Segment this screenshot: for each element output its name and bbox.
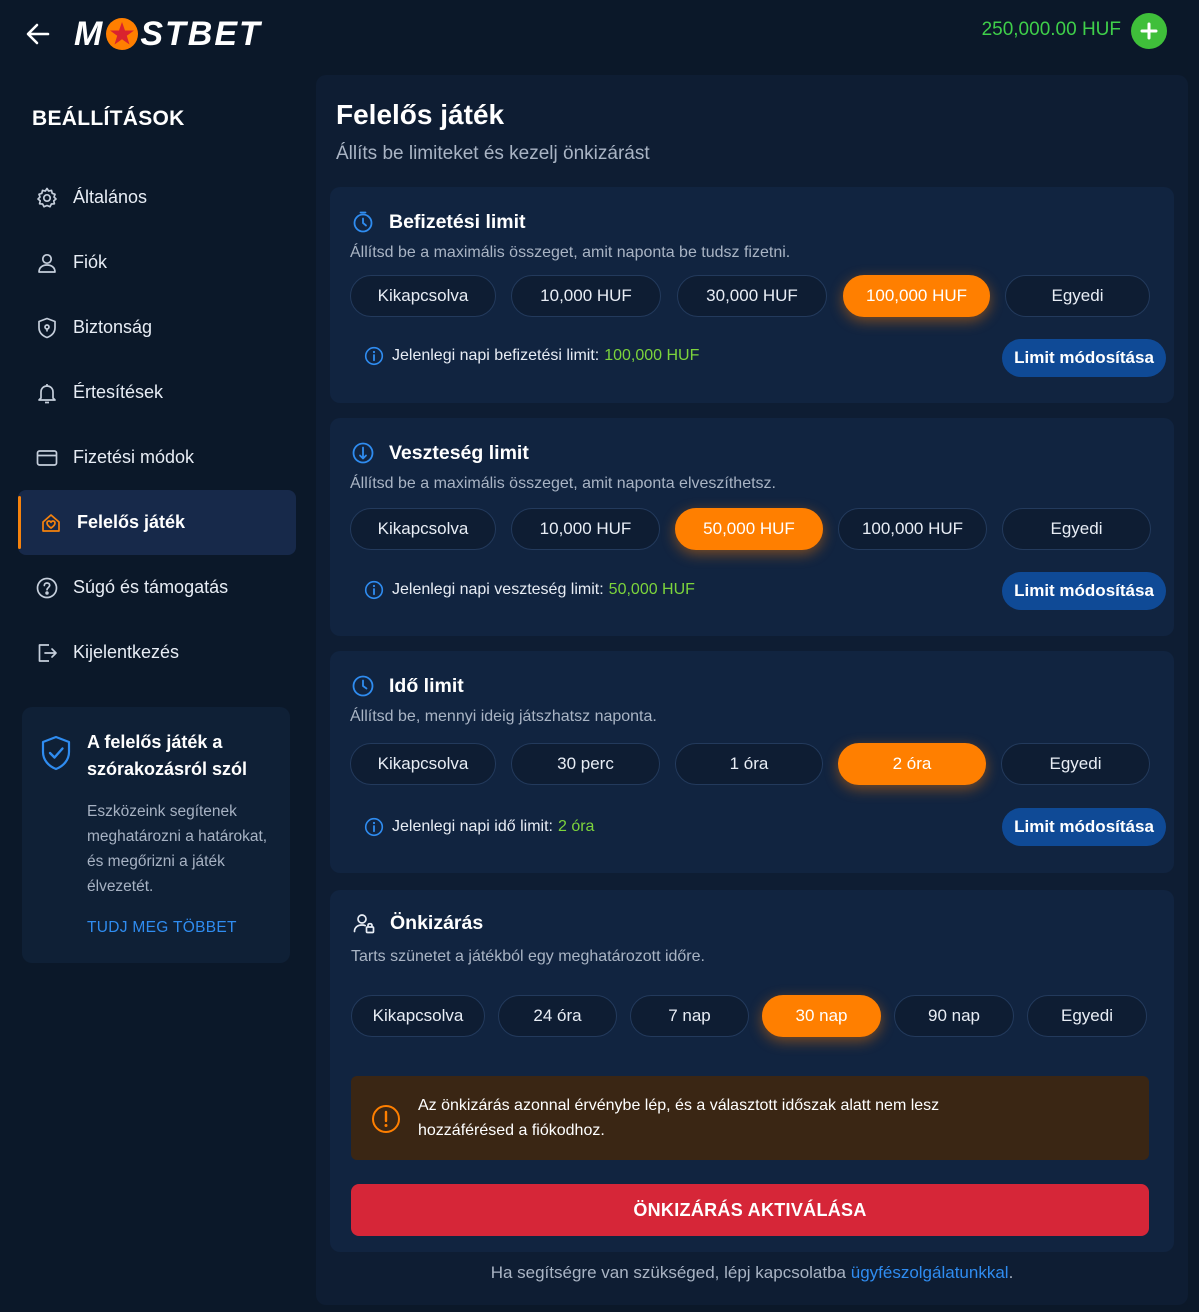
user-icon <box>34 250 60 276</box>
sidebar-item-logout[interactable]: Kijelentkezés <box>14 620 306 685</box>
self-exclusion-warning: Az önkizárás azonnal érvénybe lép, és a … <box>351 1076 1149 1160</box>
self-exclusion-header: Önkizárás <box>351 910 483 936</box>
shield-check-icon <box>41 735 71 771</box>
deposit-add-button[interactable] <box>1131 13 1167 49</box>
footer-period: . <box>1008 1263 1014 1282</box>
deposit-option-30000[interactable]: 30,000 HUF <box>677 275 827 317</box>
sidebar-item-responsible-gaming[interactable]: Felelős játék <box>18 490 296 555</box>
top-header: M STBET 250,000.00 HUF <box>0 0 1199 68</box>
deposit-limit-header: Befizetési limit <box>350 209 526 235</box>
time-limit-options: Kikapcsolva 30 perc 1 óra 2 óra Egyedi <box>350 743 1150 785</box>
exclusion-option-off[interactable]: Kikapcsolva <box>351 995 485 1037</box>
time-current-limit: Jelenlegi napi idő limit: 2 óra <box>364 817 594 837</box>
gear-icon <box>34 185 60 211</box>
learn-more-link[interactable]: TUDJ MEG TÖBBET <box>87 919 237 937</box>
time-limit-header: Idő limit <box>350 673 464 699</box>
page-title: Felelős játék <box>336 99 505 130</box>
settings-sidebar: BEÁLLÍTÁSOK Általános Fiók Biztonság Ért… <box>0 75 306 1312</box>
time-limit-card: Idő limit Állítsd be, mennyi ideig játsz… <box>330 651 1174 873</box>
loss-option-100000[interactable]: 100,000 HUF <box>838 508 987 550</box>
loss-limit-header: Veszteség limit <box>350 440 529 466</box>
promo-text: Eszközeink segítenek meghatározni a hatá… <box>87 803 268 895</box>
support-link[interactable]: ügyfészolgálatunkkal <box>851 1263 1009 1282</box>
time-limit-description: Állítsd be, mennyi ideig játszhatsz napo… <box>350 708 657 725</box>
loss-limit-options: Kikapcsolva 10,000 HUF 50,000 HUF 100,00… <box>350 508 1151 550</box>
promo-title: A felelős játék a szórakozásról szól <box>87 732 248 779</box>
time-modify-button[interactable]: Limit módosítása <box>1002 808 1166 846</box>
responsible-gaming-promo: A felelős játék a szórakozásról szól Esz… <box>22 707 290 963</box>
activate-self-exclusion-button[interactable]: ÖNKIZÁRÁS AKTIVÁLÁSA <box>351 1184 1149 1236</box>
exclusion-option-7d[interactable]: 7 nap <box>630 995 749 1037</box>
loss-limit-title: Veszteség limit <box>389 441 529 464</box>
loss-current-limit: Jelenlegi napi veszteség limit: 50,000 H… <box>364 580 695 600</box>
exclusion-option-24h[interactable]: 24 óra <box>498 995 617 1037</box>
exclusion-option-30d[interactable]: 30 nap <box>762 995 881 1037</box>
sidebar-item-help[interactable]: Súgó és támogatás <box>14 555 306 620</box>
deposit-option-10000[interactable]: 10,000 HUF <box>511 275 661 317</box>
responsible-gaming-icon <box>38 510 64 536</box>
warning-text: Az önkizárás azonnal érvénybe lép, és a … <box>418 1097 940 1139</box>
deposit-option-off[interactable]: Kikapcsolva <box>350 275 496 317</box>
logo-star-icon <box>106 18 139 50</box>
plus-icon <box>1140 22 1158 40</box>
loss-limit-icon <box>350 440 376 466</box>
bell-icon <box>34 380 60 406</box>
mostbet-logo[interactable]: M STBET <box>74 12 262 56</box>
loss-option-custom[interactable]: Egyedi <box>1002 508 1151 550</box>
shield-icon <box>34 315 60 341</box>
deposit-limit-description: Állítsd be a maximális összeget, amit na… <box>350 244 791 261</box>
support-footer: Ha segítségre van szükséged, lépj kapcso… <box>316 1263 1188 1283</box>
balance-amount: 250,000.00 HUF <box>981 19 1121 40</box>
deposit-limit-title: Befizetési limit <box>389 210 526 233</box>
self-exclusion-card: Önkizárás Tarts szünetet a játékból egy … <box>330 890 1174 1252</box>
deposit-current-limit: Jelenlegi napi befizetési limit: 100,000… <box>364 346 699 366</box>
info-icon <box>364 817 384 837</box>
deposit-limit-options: Kikapcsolva 10,000 HUF 30,000 HUF 100,00… <box>350 275 1150 317</box>
time-option-off[interactable]: Kikapcsolva <box>350 743 496 785</box>
info-icon <box>364 580 384 600</box>
sidebar-item-payment-methods[interactable]: Fizetési módok <box>14 425 306 490</box>
deposit-modify-button[interactable]: Limit módosítása <box>1002 339 1166 377</box>
card-icon <box>34 445 60 471</box>
sidebar-item-general[interactable]: Általános <box>14 165 306 230</box>
exclusion-option-custom[interactable]: Egyedi <box>1027 995 1147 1037</box>
stopwatch-icon <box>350 209 376 235</box>
arrow-left-icon <box>26 23 50 45</box>
loss-option-50000[interactable]: 50,000 HUF <box>675 508 823 550</box>
loss-option-off[interactable]: Kikapcsolva <box>350 508 496 550</box>
settings-menu: Általános Fiók Biztonság Értesítések Fiz… <box>14 165 306 685</box>
page-subtitle: Állíts be limiteket és kezelj önkizárást <box>336 143 650 164</box>
sidebar-item-notifications[interactable]: Értesítések <box>14 360 306 425</box>
time-option-1h[interactable]: 1 óra <box>675 743 823 785</box>
footer-text: Ha segítségre van szükséged, lépj kapcso… <box>490 1263 851 1282</box>
clock-icon <box>350 673 376 699</box>
loss-limit-card: Veszteség limit Állítsd be a maximális ö… <box>330 418 1174 636</box>
info-icon <box>364 346 384 366</box>
deposit-limit-card: Befizetési limit Állítsd be a maximális … <box>330 187 1174 403</box>
deposit-option-100000[interactable]: 100,000 HUF <box>843 275 990 317</box>
loss-modify-button[interactable]: Limit módosítása <box>1002 572 1166 610</box>
loss-option-10000[interactable]: 10,000 HUF <box>511 508 660 550</box>
time-option-2h[interactable]: 2 óra <box>838 743 986 785</box>
logo-text-left: M <box>74 14 105 53</box>
time-option-custom[interactable]: Egyedi <box>1001 743 1150 785</box>
time-limit-title: Idő limit <box>389 674 464 697</box>
self-exclusion-options: Kikapcsolva 24 óra 7 nap 30 nap 90 nap E… <box>351 995 1147 1037</box>
back-button[interactable] <box>22 18 54 50</box>
sidebar-item-security[interactable]: Biztonság <box>14 295 306 360</box>
self-exclusion-title: Önkizárás <box>390 911 484 934</box>
sidebar-title: BEÁLLÍTÁSOK <box>32 107 185 130</box>
self-exclusion-description: Tarts szünetet a játékból egy meghatároz… <box>351 948 705 965</box>
logout-icon <box>34 640 60 666</box>
sidebar-item-account[interactable]: Fiók <box>14 230 306 295</box>
warning-icon <box>372 1105 400 1133</box>
time-option-30min[interactable]: 30 perc <box>511 743 660 785</box>
loss-limit-description: Állítsd be a maximális összeget, amit na… <box>350 475 776 492</box>
main-panel: Felelős játék Állíts be limiteket és kez… <box>316 75 1188 1305</box>
user-lock-icon <box>351 910 377 936</box>
deposit-option-custom[interactable]: Egyedi <box>1005 275 1150 317</box>
logo-text-right: STBET <box>140 14 262 53</box>
help-icon <box>34 575 60 601</box>
exclusion-option-90d[interactable]: 90 nap <box>894 995 1014 1037</box>
